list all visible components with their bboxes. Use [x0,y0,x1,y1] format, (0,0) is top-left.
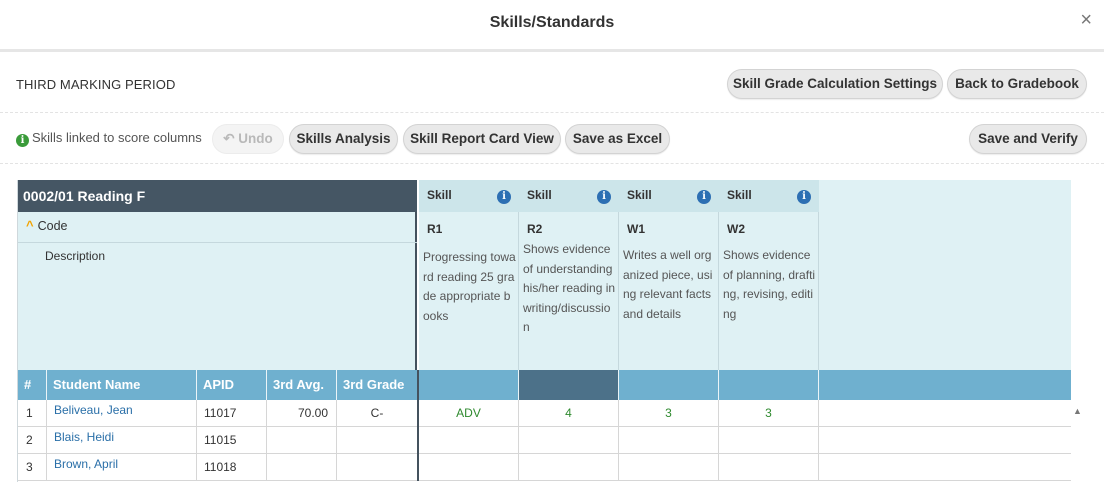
apid-cell: 11018 [197,454,267,481]
info-icon[interactable]: i [697,190,711,204]
skill-code: R2 [527,222,543,236]
skill-header-label: Skill [427,188,452,202]
row-number: 3 [18,454,47,481]
skill-description: Shows evidence of planning, drafting, re… [723,248,816,321]
skills-grid: 0002/01 Reading F ^ Code Description Skil… [17,180,1071,482]
skill-column-r1: Skill i R1 Progressing toward reading 25 … [419,180,519,370]
code-sort-row[interactable]: ^ Code [18,218,417,243]
modal-title: Skills/Standards [489,14,615,31]
skill-score-cell[interactable] [519,454,619,481]
avg-cell [267,454,337,481]
marking-period-title: THIRD MARKING PERIOD [16,77,176,92]
skill-header-filler [819,180,1071,370]
skill-description: Progressing toward reading 25 grade appr… [423,250,516,323]
column-header-number[interactable]: # [18,370,47,400]
column-header-skill-r1[interactable] [419,370,519,400]
skills-linked-info: i Skills linked to score columns [16,130,202,147]
skill-report-card-view-button[interactable]: Skill Report Card View [403,124,561,154]
info-circle-icon: i [16,134,29,147]
grade-cell [337,427,419,454]
undo-button: ↶ Undo [212,124,284,154]
skill-score-cell[interactable] [619,454,719,481]
student-name-link[interactable]: Brown, April [47,454,197,481]
info-icon[interactable]: i [597,190,611,204]
skill-header-label: Skill [627,188,652,202]
skill-grade-calculation-settings-button[interactable]: Skill Grade Calculation Settings [727,69,943,99]
class-title: 0002/01 Reading F [18,180,417,212]
student-name-link[interactable]: Beliveau, Jean [47,400,197,427]
student-column-headers: # Student Name APID 3rd Avg. 3rd Grade [18,370,1071,400]
table-row: 1 Beliveau, Jean 11017 70.00 C- ADV 4 3 … [18,400,1071,427]
skill-column-w1: Skill i W1 Writes a well organized piece,… [619,180,719,370]
skill-column-r2: Skill i R2 Shows evidence of understandin… [519,180,619,370]
skill-score-cell[interactable] [719,427,819,454]
skill-score-cell[interactable] [419,454,519,481]
column-header-skill-w1[interactable] [619,370,719,400]
avg-cell: 70.00 [267,400,337,427]
column-header-skill-w2[interactable] [719,370,819,400]
table-row: 3 Brown, April 11018 [18,454,1071,481]
skill-score-cell[interactable]: ADV [419,400,519,427]
column-header-skill-r2[interactable] [519,370,619,400]
back-to-gradebook-button[interactable]: Back to Gradebook [947,69,1087,99]
close-icon[interactable]: × [1080,10,1092,30]
skill-score-cell[interactable] [619,427,719,454]
table-row: 2 Blais, Heidi 11015 [18,427,1071,454]
skill-code: W1 [627,222,645,236]
skill-score-cell[interactable] [419,427,519,454]
avg-cell [267,427,337,454]
skill-header: Skill i [719,180,819,212]
code-label: Code [37,219,68,233]
apid-cell: 11017 [197,400,267,427]
skill-header-label: Skill [527,188,552,202]
description-label: Description [45,249,106,263]
undo-label: Undo [238,131,273,146]
info-icon[interactable]: i [797,190,811,204]
skill-header: Skill i [419,180,519,212]
skill-description: Shows evidence of understanding his/her … [523,242,616,334]
caret-up-icon: ^ [26,218,34,233]
skill-score-cell[interactable]: 4 [519,400,619,427]
column-header-student-name[interactable]: Student Name [47,370,197,400]
info-icon[interactable]: i [497,190,511,204]
skill-code: R1 [427,222,443,236]
skills-analysis-button[interactable]: Skills Analysis [289,124,398,154]
toolbar: i Skills linked to score columns ↶ Undo S… [0,114,1104,164]
skill-header: Skill i [619,180,719,212]
skill-header: Skill i [519,180,619,212]
skill-code: W2 [727,222,745,236]
skill-score-cell[interactable] [719,454,819,481]
save-as-excel-button[interactable]: Save as Excel [565,124,670,154]
class-header-panel: 0002/01 Reading F ^ Code Description [18,180,417,370]
skill-column-w2: Skill i W2 Shows evidence of planning, dr… [719,180,819,370]
skill-header-label: Skill [727,188,752,202]
modal-header: Skills/Standards × [0,0,1104,52]
apid-cell: 11015 [197,427,267,454]
scroll-up-arrow-icon[interactable]: ▲ [1073,406,1082,416]
column-header-3rd-grade[interactable]: 3rd Grade [337,370,419,400]
save-and-verify-button[interactable]: Save and Verify [969,124,1087,154]
skills-linked-label: Skills linked to score columns [32,130,202,145]
undo-icon: ↶ [223,131,239,146]
skill-score-cell[interactable]: 3 [619,400,719,427]
grade-cell [337,454,419,481]
column-header-apid[interactable]: APID [197,370,267,400]
marking-period-row: THIRD MARKING PERIOD Skill Grade Calcula… [0,55,1104,113]
student-name-link[interactable]: Blais, Heidi [47,427,197,454]
row-number: 1 [18,400,47,427]
grade-cell: C- [337,400,419,427]
skill-description: Writes a well organized piece, using rel… [623,248,713,321]
skill-score-cell[interactable] [519,427,619,454]
skill-score-cell[interactable]: 3 [719,400,819,427]
row-number: 2 [18,427,47,454]
column-header-3rd-avg[interactable]: 3rd Avg. [267,370,337,400]
